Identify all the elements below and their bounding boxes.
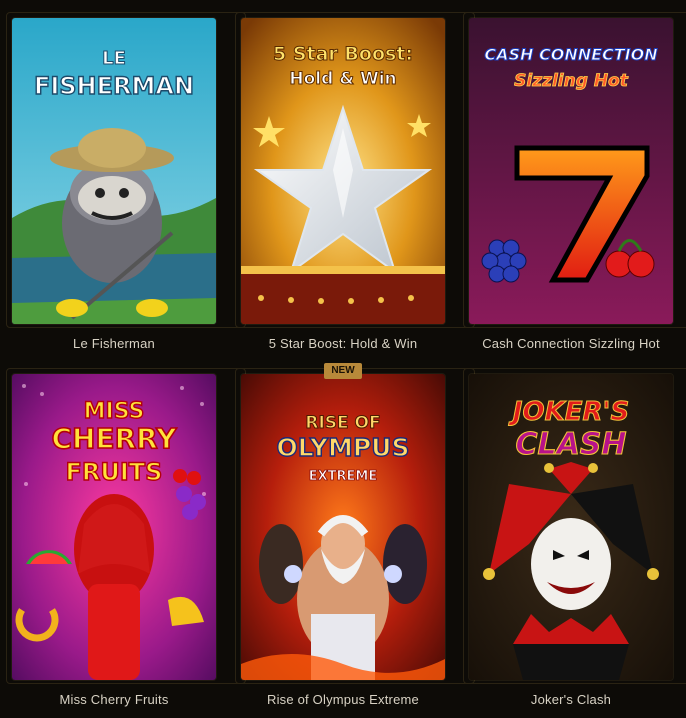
logo-line-1: 5 Star Boost: xyxy=(273,43,413,65)
game-thumbnail[interactable]: CASH CONNECTION Sizzling Hot xyxy=(469,18,673,324)
game-tile-le-fisherman[interactable]: LE FISHERMAN Le Fisherman xyxy=(6,12,246,358)
logo-line-3: EXTREME xyxy=(309,469,377,484)
game-tile-5-star-boost[interactable]: 5 Star Boost: Hold & Win 5 Star Boost: H… xyxy=(235,12,475,358)
game-title[interactable]: Miss Cherry Fruits xyxy=(12,692,216,707)
game-tile-cash-connection[interactable]: CASH CONNECTION Sizzling Hot Cash Connec… xyxy=(463,12,686,358)
logo-line-2: CHERRY xyxy=(52,422,178,455)
logo-line-1: CASH CONNECTION xyxy=(484,45,658,64)
game-title[interactable]: Cash Connection Sizzling Hot xyxy=(469,336,673,351)
logo-line-1: JOKER'S xyxy=(508,397,629,427)
game-grid: LE FISHERMAN Le Fisherman 5 Star Boost: … xyxy=(0,0,686,718)
game-thumbnail[interactable]: LE FISHERMAN xyxy=(12,18,216,324)
logo-line-1: LE xyxy=(102,48,126,69)
game-title[interactable]: Rise of Olympus Extreme xyxy=(241,692,445,707)
cash-connection-artwork: CASH CONNECTION Sizzling Hot xyxy=(469,18,673,324)
5-star-boost-artwork: 5 Star Boost: Hold & Win xyxy=(241,18,445,324)
game-thumbnail[interactable]: 5 Star Boost: Hold & Win xyxy=(241,18,445,324)
jokers-clash-artwork: JOKER'S CLASH xyxy=(469,374,673,680)
game-thumbnail[interactable]: RISE OF OLYMPUS EXTREME xyxy=(241,374,445,680)
game-title[interactable]: Joker's Clash xyxy=(469,692,673,707)
logo-line-1: MISS xyxy=(84,399,145,424)
game-title[interactable]: 5 Star Boost: Hold & Win xyxy=(241,336,445,351)
rise-of-olympus-artwork: RISE OF OLYMPUS EXTREME xyxy=(241,374,445,680)
game-title[interactable]: Le Fisherman xyxy=(12,336,216,351)
miss-cherry-fruits-artwork: MISS CHERRY FRUITS xyxy=(12,374,216,680)
le-fisherman-artwork: LE FISHERMAN xyxy=(12,18,216,324)
logo-line-2: OLYMPUS xyxy=(277,433,410,462)
logo-line-3: FRUITS xyxy=(66,458,163,486)
logo-line-2: CLASH xyxy=(515,427,626,462)
new-badge: NEW xyxy=(324,363,362,379)
game-thumbnail[interactable]: JOKER'S CLASH xyxy=(469,374,673,680)
logo-line-2: Hold & Win xyxy=(289,69,396,89)
game-tile-rise-of-olympus-extreme[interactable]: NEW RISE OF OLYMPUS EXTREME Rise of Olym… xyxy=(235,363,475,714)
game-thumbnail[interactable]: MISS CHERRY FRUITS xyxy=(12,374,216,680)
game-tile-jokers-clash[interactable]: JOKER'S CLASH Joker's Clash xyxy=(463,368,686,714)
logo-line-1: RISE OF xyxy=(305,413,380,433)
logo-line-2: Sizzling Hot xyxy=(514,71,629,91)
logo-line-2: FISHERMAN xyxy=(34,72,194,100)
game-tile-miss-cherry-fruits[interactable]: MISS CHERRY FRUITS Miss Cherry Fruits xyxy=(6,368,246,714)
